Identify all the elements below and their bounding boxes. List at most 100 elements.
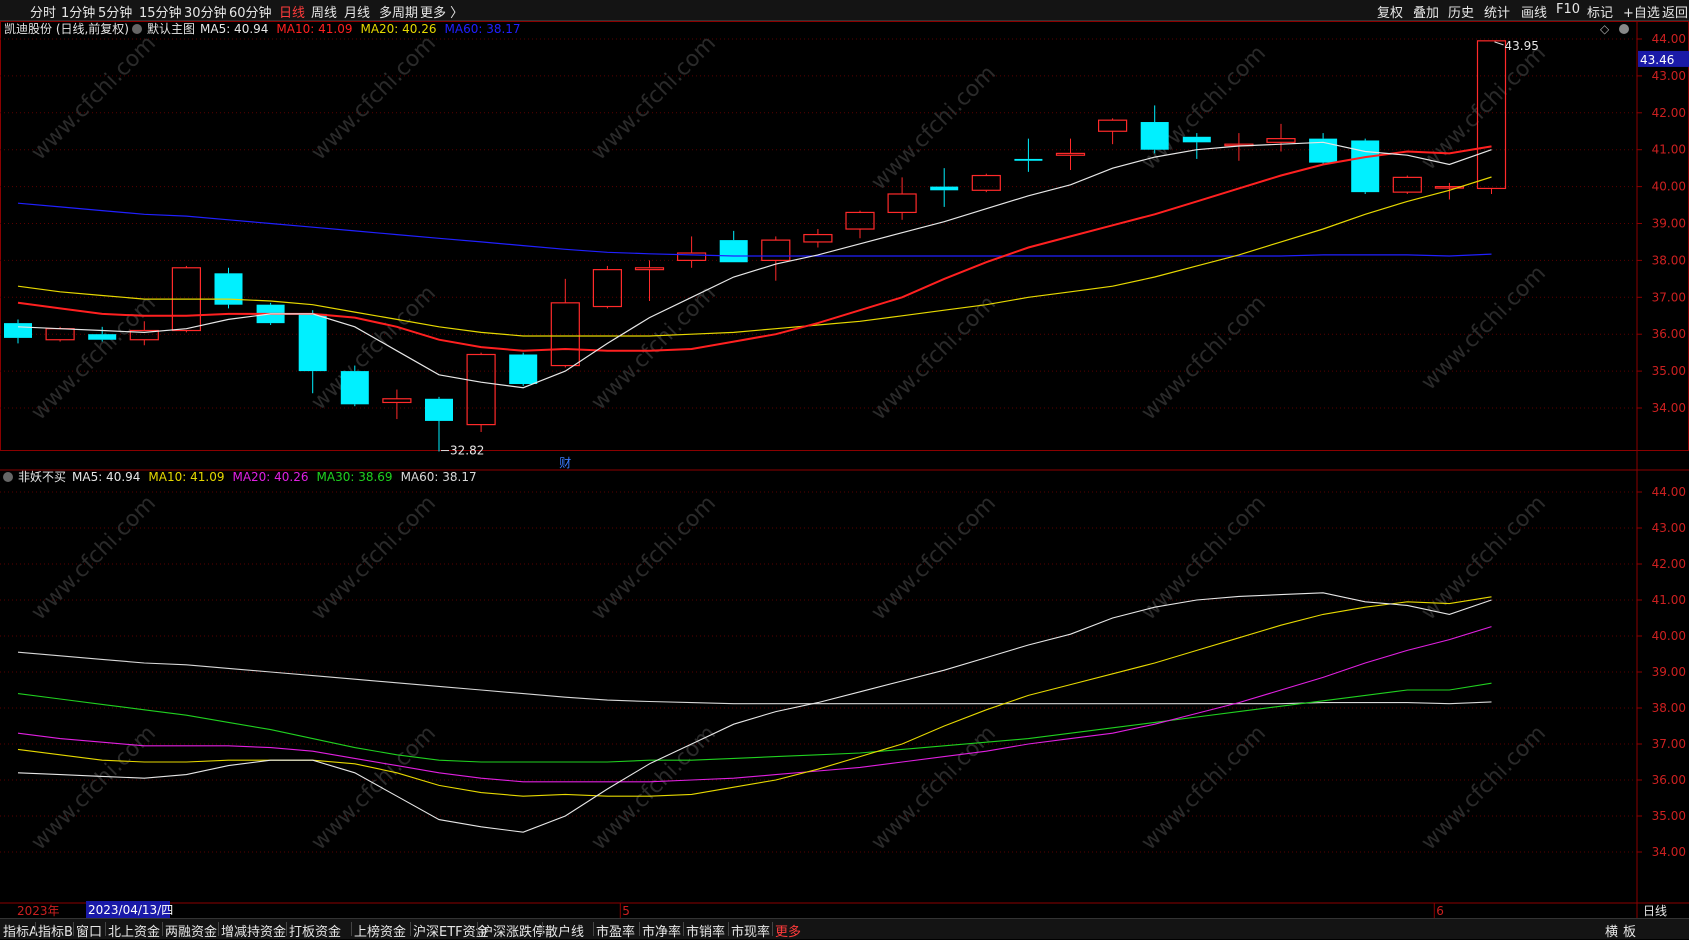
watermark-text: www.cfchi.com [1417, 41, 1551, 175]
watermark-text: www.cfchi.com [1137, 491, 1271, 625]
bottom-tab-3[interactable]: 北上资金 [108, 921, 160, 940]
bottom-right-0[interactable]: 横 [1605, 921, 1618, 940]
event-marker: 财 [559, 456, 571, 470]
kline-chart[interactable]: www.cfchi.com www.cfchi.com www.cfchi.com w… [0, 21, 1689, 918]
sub-ma60-line [17, 651, 1492, 705]
toolbar-right-8[interactable]: 返回 [1662, 2, 1688, 21]
bottom-tab-4[interactable]: 两融资金 [165, 921, 217, 940]
gear-icon[interactable] [132, 24, 142, 34]
period-6[interactable]: 日线 [279, 2, 305, 21]
watermark-text: www.cfchi.com [1137, 41, 1271, 175]
candle-body-up [382, 398, 412, 404]
period-4[interactable]: 30分钟 [184, 2, 227, 21]
candle-body-down [88, 334, 117, 340]
sub-gear-icon[interactable] [3, 472, 13, 482]
toolbar-right-7[interactable]: +自选 [1623, 2, 1660, 21]
tab-separator [542, 922, 543, 936]
bottom-tab-15[interactable]: 更多 [775, 921, 801, 940]
sub-price-tick: 41.00 [1652, 593, 1686, 607]
year-label: 2023年 [17, 904, 60, 918]
candle-body-up [550, 302, 580, 367]
sub-price-tick: 35.00 [1652, 809, 1686, 823]
sub-ma10-line [17, 596, 1492, 797]
candle-body-up [634, 267, 665, 271]
bottom-tab-12[interactable]: 市净率 [642, 921, 681, 940]
period-7[interactable]: 周线 [311, 2, 337, 21]
period-3[interactable]: 15分钟 [139, 2, 182, 21]
main-ma-legend-0: MA5: 40.94 [200, 22, 268, 36]
sub-ma-legend-0: MA5: 40.94 [72, 470, 140, 484]
toolbar-right-0[interactable]: 复权 [1377, 2, 1403, 21]
tab-separator [410, 922, 411, 936]
candle-body-up [1266, 138, 1296, 143]
main-indicator-name[interactable]: 默认主图 [147, 21, 195, 36]
candle-body-down [1351, 140, 1380, 193]
candle-body-down [340, 371, 369, 405]
bottom-tab-11[interactable]: 市盈率 [596, 921, 635, 940]
bottom-tab-2[interactable]: 窗口 [76, 921, 102, 940]
period-0[interactable]: 分时 [30, 2, 56, 21]
high-label: 43.95 [1505, 39, 1539, 53]
sub-price-tick: 44.00 [1652, 485, 1686, 499]
period-8[interactable]: 月线 [344, 2, 370, 21]
bottom-tab-6[interactable]: 打板资金 [289, 921, 341, 940]
watermark-text: www.cfchi.com [1417, 721, 1551, 855]
watermark-text: www.cfchi.com [867, 721, 1001, 855]
main-price-tick: 35.00 [1652, 364, 1686, 378]
bottom-right-1[interactable]: 板 [1623, 921, 1636, 940]
bottom-tab-5[interactable]: 增减持资金 [221, 921, 286, 940]
bottom-tab-14[interactable]: 市现率 [731, 921, 770, 940]
bottom-tab-10[interactable]: 散户线 [545, 921, 584, 940]
diamond-icon[interactable]: ◇ [1600, 22, 1610, 36]
candle-body-down [4, 323, 32, 338]
candle-body-down [509, 354, 538, 385]
tab-separator [218, 922, 219, 936]
period-10[interactable]: 更多 〉 [420, 2, 463, 21]
sub-price-tick: 34.00 [1652, 845, 1686, 859]
watermark-text: www.cfchi.com [1137, 291, 1271, 425]
main-price-tick: 34.00 [1652, 401, 1686, 415]
candle-body-up [592, 269, 623, 308]
candle-body-down [719, 240, 748, 263]
main-price-tick: 40.00 [1652, 180, 1686, 194]
bottom-tab-9[interactable]: 沪深涨跌停 [480, 921, 545, 940]
main-ma-legend-1: MA10: 41.09 [276, 22, 352, 36]
sub-ma30-line [17, 682, 1492, 763]
candle-body-down [1140, 122, 1169, 150]
toolbar-right-5[interactable]: F10 [1556, 2, 1580, 17]
bottom-tab-1[interactable]: 指标B [38, 921, 73, 940]
tab-separator [286, 922, 287, 936]
candle-body-up [1097, 119, 1128, 132]
toolbar-right-4[interactable]: 画线 [1521, 2, 1547, 21]
bottom-tab-13[interactable]: 市销率 [686, 921, 725, 940]
bottom-tab-0[interactable]: 指标A [3, 921, 38, 940]
period-9[interactable]: 多周期 [379, 2, 418, 21]
watermark-text: www.cfchi.com [27, 291, 161, 425]
period-1[interactable]: 1分钟 [61, 2, 95, 21]
period-2[interactable]: 5分钟 [98, 2, 132, 21]
tab-separator [683, 922, 684, 936]
toolbar-right-6[interactable]: 标记 [1587, 2, 1613, 21]
watermark-text: www.cfchi.com [1417, 261, 1551, 395]
toolbar-right-2[interactable]: 历史 [1448, 2, 1474, 21]
watermark-text: www.cfchi.com [307, 31, 441, 165]
period-label: 日线 [1643, 904, 1667, 918]
sub-indicator-name[interactable]: 非妖不买 [18, 470, 66, 484]
tab-separator [105, 922, 106, 936]
candle-body-up [887, 193, 917, 214]
current-price-label: 43.46 [1640, 53, 1674, 67]
tab-separator [593, 922, 594, 936]
bottom-tab-bar: 指标A 指标B 窗口 北上资金 两融资金 增减持资金 打板资金 上榜资金 沪深ETF资金 沪深涨跌… [0, 918, 1689, 940]
period-5[interactable]: 60分钟 [229, 2, 272, 21]
sub-price-tick: 36.00 [1652, 773, 1686, 787]
bottom-tab-7[interactable]: 上榜资金 [354, 921, 406, 940]
candle-body-up [761, 239, 791, 261]
toolbar-right-3[interactable]: 统计 [1484, 2, 1510, 21]
candle-body-down [425, 398, 453, 421]
sub-ma-legend-4: MA60: 38.17 [401, 470, 477, 484]
tab-separator [35, 922, 36, 936]
settings-icon[interactable] [1619, 24, 1629, 34]
tab-separator [73, 922, 74, 936]
toolbar-right-1[interactable]: 叠加 [1413, 2, 1439, 21]
cursor-date-label: 2023/04/13/四 [88, 903, 173, 917]
